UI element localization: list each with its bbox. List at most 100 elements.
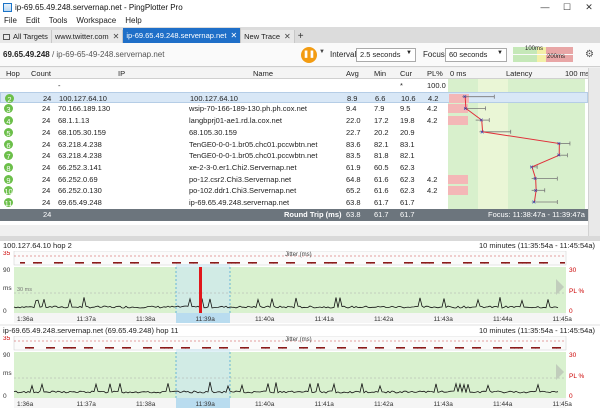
cell-name: 100.127.64.10 bbox=[190, 93, 238, 103]
menu-help[interactable]: Help bbox=[125, 16, 141, 25]
time-axis bbox=[14, 313, 566, 323]
minimize-icon[interactable]: — bbox=[534, 0, 556, 14]
focus-window bbox=[176, 264, 230, 313]
jitter-max-label: 35 bbox=[3, 336, 11, 342]
time-tick: 11:38a bbox=[136, 401, 156, 408]
time-tick: 1:36a bbox=[17, 316, 34, 323]
menu-workspace[interactable]: Workspace bbox=[76, 16, 116, 25]
cell-ip: 66.252.0.69 bbox=[58, 174, 98, 184]
time-tick: 11:39a bbox=[196, 316, 216, 323]
close-icon[interactable]: ✕ bbox=[284, 32, 291, 41]
jitter-mark bbox=[25, 347, 30, 349]
cell-count: 24 bbox=[42, 198, 51, 207]
graph-plot: Jitter (ms) 1:36a 11:37a 11:38a 11:39a 11:40a… bbox=[3, 336, 585, 408]
target-address: 69.65.49.248 / ip-69-65-49-248.servernap… bbox=[3, 50, 164, 59]
close-icon[interactable]: ✕ bbox=[578, 0, 600, 14]
jitter-mark bbox=[54, 262, 59, 264]
cell-pl: 4.2 bbox=[427, 104, 438, 114]
time-tick: 11:44a bbox=[493, 316, 513, 323]
jitter-mark bbox=[278, 347, 283, 349]
col-ip[interactable]: IP bbox=[118, 68, 125, 79]
tab-servernap[interactable]: ip-69.65.49.248.servernap.net ✕ bbox=[123, 28, 242, 43]
hop-badge: 7 bbox=[4, 151, 13, 161]
cell-ip: - bbox=[58, 81, 61, 90]
col-min[interactable]: Min bbox=[374, 68, 386, 79]
scale-top-label: 100ms bbox=[525, 46, 544, 52]
cell-name: TenGE0-0-0-1.br05.chc01.pccwbtn.net bbox=[189, 151, 318, 161]
cell-count: 24 bbox=[42, 139, 51, 149]
cell-avg: 64.8 bbox=[346, 174, 361, 184]
toolbar: 69.65.49.248 / ip-69-65-49-248.servernap… bbox=[0, 43, 600, 67]
tab-all-targets[interactable]: All Targets bbox=[0, 30, 52, 43]
window-title: ip-69.65.49.248.servernap.net - PingPlot… bbox=[15, 2, 183, 12]
timeline-graph-hop11: ip-69.65.49.248.servernap.net (69.65.49.… bbox=[0, 326, 600, 410]
col-name[interactable]: Name bbox=[253, 68, 273, 79]
cell-cur: 62.3 bbox=[400, 186, 415, 196]
add-tab-icon[interactable]: + bbox=[295, 30, 307, 43]
cell-name: wsip-70-166-189-130.ph.ph.cox.net bbox=[189, 104, 307, 114]
tab-twitter[interactable]: www.twitter.com ✕ bbox=[51, 30, 124, 43]
latency-chart: ×××××××××× bbox=[462, 94, 571, 207]
jitter-mark bbox=[113, 262, 118, 264]
cell-name: TenGE0-0-0-1.br05.chc01.pccwbtn.net bbox=[189, 139, 318, 149]
latency-avg-marker: × bbox=[479, 118, 483, 125]
hop-badge: 5 bbox=[4, 127, 13, 138]
latency-avg-marker: × bbox=[463, 94, 467, 101]
time-tick: 11:42a bbox=[374, 401, 394, 408]
cell-hop: 10 bbox=[4, 185, 13, 197]
cell-min: 81.8 bbox=[374, 151, 389, 161]
focus-range: Focus: 11:38:47a - 11:39:47a bbox=[488, 210, 585, 219]
latency-avg-marker: × bbox=[532, 200, 536, 207]
graph-title: ip-69.65.49.248.servernap.net (69.65.49.… bbox=[3, 326, 179, 335]
col-avg[interactable]: Avg bbox=[346, 68, 359, 79]
y-mid-label: 30 ms bbox=[17, 287, 32, 293]
cell-name: langbprj01-ae1.rd.la.cox.net bbox=[189, 116, 282, 126]
menu-tools[interactable]: Tools bbox=[49, 16, 68, 25]
time-tick: 11:45a bbox=[553, 316, 573, 323]
jitter-mark bbox=[151, 262, 156, 264]
jitter-max-label: 35 bbox=[3, 251, 11, 257]
footer-cur: 61.7 bbox=[400, 210, 415, 219]
col-count[interactable]: Count bbox=[31, 68, 51, 79]
jitter-mark bbox=[63, 347, 68, 349]
latency-avg-marker: × bbox=[480, 129, 484, 136]
tab-label: ip-69.65.49.248.servernap.net bbox=[126, 31, 227, 40]
cell-pl: 4.2 bbox=[428, 93, 439, 103]
tab-label: www.twitter.com bbox=[54, 32, 109, 41]
jitter-mark bbox=[413, 347, 418, 349]
cell-count: 24 bbox=[42, 186, 51, 196]
cell-ip: 68.1.1.13 bbox=[58, 116, 90, 126]
jitter-mark bbox=[261, 347, 266, 349]
cell-pl: 4.2 bbox=[427, 186, 438, 196]
interval-select[interactable]: 2.5 seconds ▼ bbox=[356, 48, 416, 62]
jitter-mark bbox=[130, 262, 135, 264]
cell-cur: 9.5 bbox=[400, 104, 411, 114]
col-cur[interactable]: Cur bbox=[400, 68, 412, 79]
chevron-down-icon[interactable]: ▼ bbox=[319, 49, 325, 55]
tab-new-trace[interactable]: New Trace ✕ bbox=[241, 30, 295, 43]
pl-min-label: 0 bbox=[569, 393, 573, 400]
menu-file[interactable]: File bbox=[4, 16, 17, 25]
col-latency[interactable]: Latency bbox=[506, 68, 532, 79]
time-tick: 1:36a bbox=[17, 401, 34, 408]
cell-cur: 62.3 bbox=[400, 162, 415, 172]
close-icon[interactable]: ✕ bbox=[113, 32, 120, 41]
interval-label: Interval bbox=[330, 50, 357, 59]
vertical-scrollbar[interactable] bbox=[588, 68, 600, 240]
jitter-mark bbox=[122, 347, 127, 349]
col-pl[interactable]: PL% bbox=[427, 68, 443, 79]
pause-button[interactable]: ❚❚ bbox=[301, 47, 317, 63]
menu-edit[interactable]: Edit bbox=[26, 16, 40, 25]
col-latency-min: 0 ms bbox=[450, 69, 467, 78]
cell-pl: 4.2 bbox=[427, 116, 438, 126]
close-icon[interactable]: ✕ bbox=[230, 31, 237, 40]
cell-ip: 63.218.4.238 bbox=[58, 151, 102, 161]
hop-badge: 11 bbox=[4, 198, 13, 208]
settings-icon[interactable]: ⚙ bbox=[585, 49, 594, 60]
focus-select[interactable]: 60 seconds ▼ bbox=[445, 48, 507, 62]
cell-ip: 63.218.4.238 bbox=[58, 139, 102, 149]
col-hop[interactable]: Hop bbox=[6, 68, 20, 79]
title-bar: ip-69.65.49.248.servernap.net - PingPlot… bbox=[0, 0, 600, 14]
jitter-mark bbox=[84, 347, 89, 349]
maximize-icon[interactable]: ☐ bbox=[556, 0, 578, 14]
